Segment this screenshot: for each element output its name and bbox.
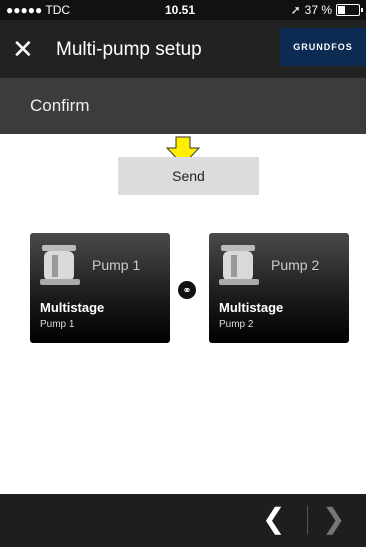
pump-card-1[interactable]: Pump 1 Multistage Pump 1	[30, 233, 170, 343]
battery-percent: 37 %	[304, 3, 332, 17]
page-title: Multi-pump setup	[56, 39, 202, 60]
main-content: Send Pump 1 Multistage Pump 1 ⚭ Pump 2 M…	[0, 134, 366, 494]
pump-icon	[40, 245, 80, 285]
pump-icon	[219, 245, 259, 285]
clock: 10.51	[165, 3, 196, 17]
pump-sub: Pump 1	[40, 319, 75, 330]
title-bar: ✕ Multi-pump setup GRUNDFOS	[0, 20, 366, 78]
section-title: Confirm	[30, 96, 90, 115]
pump-type: Multistage	[40, 300, 105, 315]
carrier-label: ●●●●● TDC	[6, 3, 71, 17]
status-bar: ●●●●● TDC 10.51 ➚ 37 %	[0, 0, 366, 20]
chevron-right-icon[interactable]: ❯	[322, 502, 345, 535]
location-icon: ➚	[290, 3, 301, 17]
nav-divider	[307, 506, 308, 534]
brand-logo: GRUNDFOS	[280, 28, 366, 66]
send-button[interactable]: Send	[118, 157, 259, 195]
pump-name: Pump 2	[271, 257, 320, 273]
pump-card-2[interactable]: Pump 2 Multistage Pump 2	[209, 233, 349, 343]
chevron-left-icon[interactable]: ❮	[262, 502, 285, 535]
link-icon[interactable]: ⚭	[178, 281, 196, 299]
battery-icon	[336, 4, 363, 16]
pump-name: Pump 1	[92, 257, 141, 273]
battery-indicator: ➚ 37 %	[290, 3, 363, 17]
pump-type: Multistage	[219, 300, 284, 315]
close-icon[interactable]: ✕	[12, 32, 34, 66]
section-header: Confirm	[0, 78, 366, 134]
pump-sub: Pump 2	[219, 319, 254, 330]
bottom-nav-bar: ❮ ❯	[0, 494, 366, 547]
